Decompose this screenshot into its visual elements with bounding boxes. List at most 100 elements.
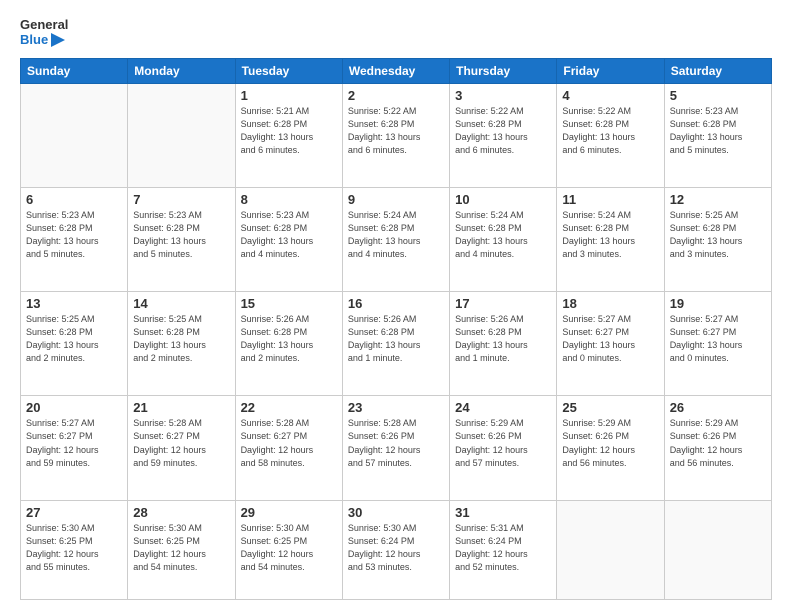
day-info: Sunrise: 5:31 AM Sunset: 6:24 PM Dayligh… (455, 522, 551, 574)
calendar-week-row: 20 Sunrise: 5:27 AM Sunset: 6:27 PM Dayli… (21, 396, 772, 500)
calendar-cell: 24 Sunrise: 5:29 AM Sunset: 6:26 PM Dayli… (450, 396, 557, 500)
day-info: Sunrise: 5:21 AM Sunset: 6:28 PM Dayligh… (241, 105, 337, 157)
day-info: Sunrise: 5:23 AM Sunset: 6:28 PM Dayligh… (670, 105, 766, 157)
day-number: 14 (133, 296, 229, 311)
day-number: 15 (241, 296, 337, 311)
day-info: Sunrise: 5:29 AM Sunset: 6:26 PM Dayligh… (670, 417, 766, 469)
day-info: Sunrise: 5:24 AM Sunset: 6:28 PM Dayligh… (348, 209, 444, 261)
day-info: Sunrise: 5:23 AM Sunset: 6:28 PM Dayligh… (26, 209, 122, 261)
day-info: Sunrise: 5:30 AM Sunset: 6:24 PM Dayligh… (348, 522, 444, 574)
day-number: 26 (670, 400, 766, 415)
calendar-cell: 19 Sunrise: 5:27 AM Sunset: 6:27 PM Dayli… (664, 292, 771, 396)
day-info: Sunrise: 5:23 AM Sunset: 6:28 PM Dayligh… (133, 209, 229, 261)
weekday-header: Sunday (21, 58, 128, 83)
day-info: Sunrise: 5:26 AM Sunset: 6:28 PM Dayligh… (455, 313, 551, 365)
day-number: 21 (133, 400, 229, 415)
calendar-week-row: 13 Sunrise: 5:25 AM Sunset: 6:28 PM Dayli… (21, 292, 772, 396)
day-number: 16 (348, 296, 444, 311)
calendar-cell: 18 Sunrise: 5:27 AM Sunset: 6:27 PM Dayli… (557, 292, 664, 396)
logo-triangle-icon (51, 33, 65, 47)
day-info: Sunrise: 5:27 AM Sunset: 6:27 PM Dayligh… (562, 313, 658, 365)
header: General Blue (20, 18, 772, 48)
day-info: Sunrise: 5:22 AM Sunset: 6:28 PM Dayligh… (562, 105, 658, 157)
day-info: Sunrise: 5:26 AM Sunset: 6:28 PM Dayligh… (348, 313, 444, 365)
logo-blue: Blue (20, 33, 68, 48)
day-number: 11 (562, 192, 658, 207)
day-info: Sunrise: 5:26 AM Sunset: 6:28 PM Dayligh… (241, 313, 337, 365)
day-number: 7 (133, 192, 229, 207)
calendar-cell: 30 Sunrise: 5:30 AM Sunset: 6:24 PM Dayli… (342, 500, 449, 599)
day-number: 1 (241, 88, 337, 103)
day-number: 4 (562, 88, 658, 103)
calendar-cell: 23Sunrise: 5:28 AM Sunset: 6:26 PM Dayli… (342, 396, 449, 500)
day-info: Sunrise: 5:23 AM Sunset: 6:28 PM Dayligh… (241, 209, 337, 261)
day-number: 25 (562, 400, 658, 415)
day-info: Sunrise: 5:29 AM Sunset: 6:26 PM Dayligh… (562, 417, 658, 469)
day-number: 28 (133, 505, 229, 520)
day-info: Sunrise: 5:28 AM Sunset: 6:27 PM Dayligh… (241, 417, 337, 469)
calendar-cell: 16 Sunrise: 5:26 AM Sunset: 6:28 PM Dayli… (342, 292, 449, 396)
weekday-header: Thursday (450, 58, 557, 83)
day-info: Sunrise: 5:25 AM Sunset: 6:28 PM Dayligh… (670, 209, 766, 261)
calendar-cell: 22Sunrise: 5:28 AM Sunset: 6:27 PM Dayli… (235, 396, 342, 500)
calendar-cell: 14 Sunrise: 5:25 AM Sunset: 6:28 PM Dayli… (128, 292, 235, 396)
calendar-cell: 29 Sunrise: 5:30 AM Sunset: 6:25 PM Dayli… (235, 500, 342, 599)
day-info: Sunrise: 5:27 AM Sunset: 6:27 PM Dayligh… (670, 313, 766, 365)
day-info: Sunrise: 5:24 AM Sunset: 6:28 PM Dayligh… (562, 209, 658, 261)
weekday-header: Wednesday (342, 58, 449, 83)
day-info: Sunrise: 5:29 AM Sunset: 6:26 PM Dayligh… (455, 417, 551, 469)
day-info: Sunrise: 5:30 AM Sunset: 6:25 PM Dayligh… (241, 522, 337, 574)
day-number: 17 (455, 296, 551, 311)
calendar-cell (21, 83, 128, 187)
weekday-header: Friday (557, 58, 664, 83)
logo-container: General Blue (20, 18, 68, 48)
calendar-cell: 26 Sunrise: 5:29 AM Sunset: 6:26 PM Dayli… (664, 396, 771, 500)
day-number: 12 (670, 192, 766, 207)
day-number: 19 (670, 296, 766, 311)
day-info: Sunrise: 5:27 AM Sunset: 6:27 PM Dayligh… (26, 417, 122, 469)
day-number: 24 (455, 400, 551, 415)
calendar-table: SundayMondayTuesdayWednesdayThursdayFrid… (20, 58, 772, 600)
calendar-cell: 10 Sunrise: 5:24 AM Sunset: 6:28 PM Dayli… (450, 188, 557, 292)
calendar-cell: 6Sunrise: 5:23 AM Sunset: 6:28 PM Daylig… (21, 188, 128, 292)
calendar-cell: 17 Sunrise: 5:26 AM Sunset: 6:28 PM Dayli… (450, 292, 557, 396)
day-number: 5 (670, 88, 766, 103)
calendar-cell: 21Sunrise: 5:28 AM Sunset: 6:27 PM Dayli… (128, 396, 235, 500)
calendar-cell: 8 Sunrise: 5:23 AM Sunset: 6:28 PM Daylig… (235, 188, 342, 292)
calendar-cell: 1 Sunrise: 5:21 AM Sunset: 6:28 PM Daylig… (235, 83, 342, 187)
calendar-cell: 7 Sunrise: 5:23 AM Sunset: 6:28 PM Daylig… (128, 188, 235, 292)
page: General Blue SundayMondayTuesdayWednesda… (0, 0, 792, 612)
calendar-cell: 11 Sunrise: 5:24 AM Sunset: 6:28 PM Dayli… (557, 188, 664, 292)
calendar-week-row: 6Sunrise: 5:23 AM Sunset: 6:28 PM Daylig… (21, 188, 772, 292)
day-number: 2 (348, 88, 444, 103)
calendar-cell (557, 500, 664, 599)
calendar-cell: 12 Sunrise: 5:25 AM Sunset: 6:28 PM Dayli… (664, 188, 771, 292)
day-info: Sunrise: 5:25 AM Sunset: 6:28 PM Dayligh… (26, 313, 122, 365)
calendar-cell: 9 Sunrise: 5:24 AM Sunset: 6:28 PM Daylig… (342, 188, 449, 292)
weekday-header-row: SundayMondayTuesdayWednesdayThursdayFrid… (21, 58, 772, 83)
day-info: Sunrise: 5:30 AM Sunset: 6:25 PM Dayligh… (133, 522, 229, 574)
calendar-cell: 4 Sunrise: 5:22 AM Sunset: 6:28 PM Daylig… (557, 83, 664, 187)
calendar-week-row: 27 Sunrise: 5:30 AM Sunset: 6:25 PM Dayli… (21, 500, 772, 599)
calendar-cell: 25 Sunrise: 5:29 AM Sunset: 6:26 PM Dayli… (557, 396, 664, 500)
calendar-cell: 15 Sunrise: 5:26 AM Sunset: 6:28 PM Dayli… (235, 292, 342, 396)
day-number: 9 (348, 192, 444, 207)
day-info: Sunrise: 5:24 AM Sunset: 6:28 PM Dayligh… (455, 209, 551, 261)
day-number: 8 (241, 192, 337, 207)
day-info: Sunrise: 5:22 AM Sunset: 6:28 PM Dayligh… (455, 105, 551, 157)
calendar-cell: 13 Sunrise: 5:25 AM Sunset: 6:28 PM Dayli… (21, 292, 128, 396)
weekday-header: Tuesday (235, 58, 342, 83)
calendar-cell (664, 500, 771, 599)
day-number: 10 (455, 192, 551, 207)
calendar-cell: 3Sunrise: 5:22 AM Sunset: 6:28 PM Daylig… (450, 83, 557, 187)
day-number: 13 (26, 296, 122, 311)
day-number: 27 (26, 505, 122, 520)
day-number: 23 (348, 400, 444, 415)
day-number: 29 (241, 505, 337, 520)
day-number: 18 (562, 296, 658, 311)
day-number: 30 (348, 505, 444, 520)
day-info: Sunrise: 5:25 AM Sunset: 6:28 PM Dayligh… (133, 313, 229, 365)
calendar-cell: 27Sunrise: 5:30 AM Sunset: 6:25 PM Dayli… (21, 500, 128, 599)
calendar-cell (128, 83, 235, 187)
day-number: 20 (26, 400, 122, 415)
